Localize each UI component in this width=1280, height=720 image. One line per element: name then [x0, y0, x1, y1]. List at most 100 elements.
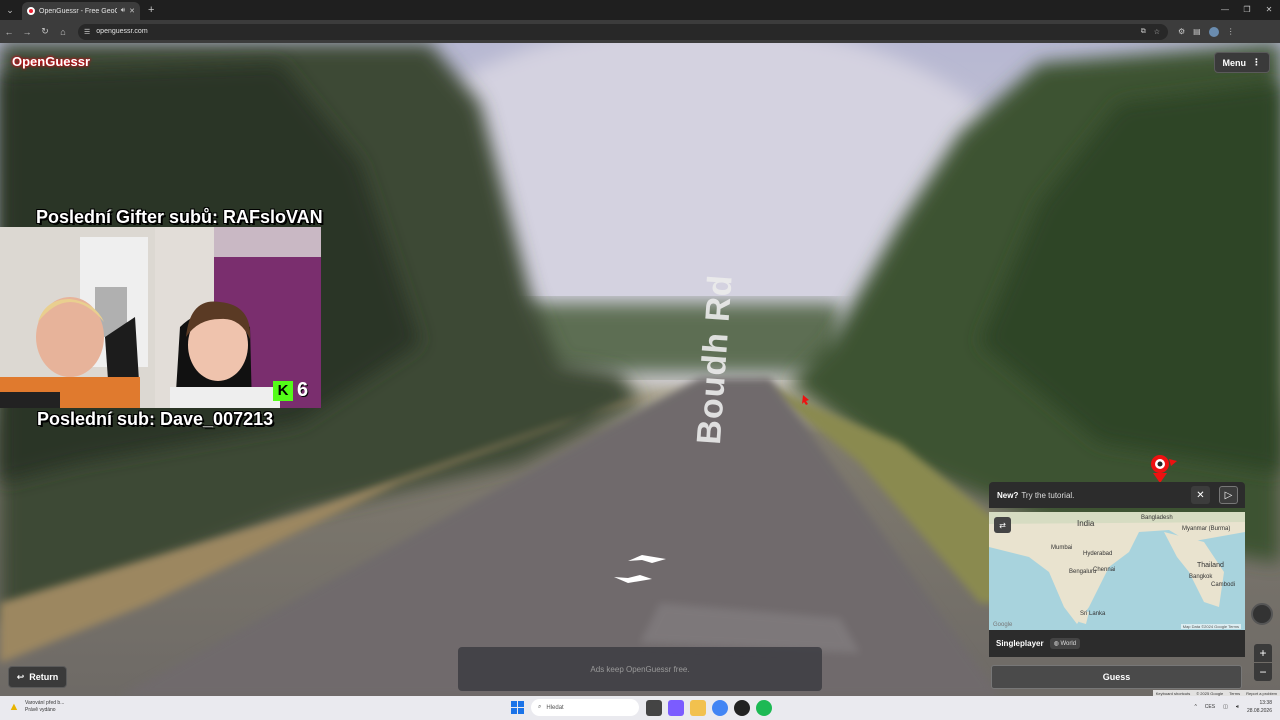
map-label-chennai: Chennai: [1093, 567, 1116, 573]
browser-tabbar: ⌄ OpenGuessr - Free GeoGuessr 🔊︎ ✕ + — ❐…: [0, 0, 1280, 20]
map-swap-button[interactable]: ⇄: [994, 517, 1011, 533]
kick-logo-icon: K: [273, 380, 293, 401]
clock-time: 13:38: [1259, 700, 1272, 706]
kick-sub-counter: K 6: [273, 379, 308, 402]
tutorial-banner: New? Try the tutorial. ✕ ▷: [989, 482, 1245, 508]
taskbar-search[interactable]: ⌕ Hledat: [531, 699, 639, 716]
browser-menu-icon[interactable]: ⋮: [1227, 27, 1235, 37]
maximize-icon[interactable]: ❐: [1236, 0, 1258, 20]
map-label-thailand: Thailand: [1197, 562, 1224, 569]
map-chip-label: World: [1060, 641, 1077, 647]
zoom-in-button[interactable]: +: [1254, 644, 1272, 662]
copyright-text: © 2025 Google: [1196, 690, 1224, 696]
chrome-icon[interactable]: [712, 700, 728, 716]
window-controls: — ❐ ✕: [1214, 0, 1280, 20]
forward-icon[interactable]: →: [18, 27, 36, 37]
task-view-icon[interactable]: [646, 700, 662, 716]
extensions-icon[interactable]: ⚙: [1178, 27, 1185, 37]
plus-icon: +: [1259, 646, 1267, 660]
map-label-myanmar: Myanmar (Burma): [1182, 526, 1231, 532]
map-attribution-text: Map Data ©2024 Google: [1182, 624, 1228, 629]
map-terms-link[interactable]: Terms: [1228, 624, 1239, 629]
network-icon[interactable]: ◫: [1223, 704, 1228, 710]
speaker-icon[interactable]: 🔊︎: [121, 7, 125, 15]
file-explorer-icon[interactable]: [690, 700, 706, 716]
home-icon[interactable]: ⌂: [54, 27, 72, 37]
tray-lang[interactable]: CES: [1205, 704, 1215, 710]
profile-avatar[interactable]: [1208, 26, 1219, 37]
compass-icon[interactable]: [1251, 603, 1273, 625]
start-icon[interactable]: [511, 701, 524, 714]
ad-banner: Ads keep OpenGuessr free.: [458, 647, 822, 691]
map-label-bangladesh: Bangladesh: [1141, 515, 1173, 521]
tutorial-new-label: New?: [997, 490, 1019, 500]
return-label: Return: [29, 672, 59, 682]
volume-icon[interactable]: 🔊︎: [1236, 704, 1239, 710]
warning-subtitle: Právě vydáno: [25, 707, 56, 713]
site-info-icon[interactable]: ☰: [84, 28, 90, 36]
browser-tab[interactable]: OpenGuessr - Free GeoGuessr 🔊︎ ✕: [22, 2, 140, 20]
tab-search-icon[interactable]: ⌄: [0, 0, 20, 20]
warning-title: Varování před b...: [25, 700, 65, 706]
map-label-india: India: [1077, 519, 1095, 528]
minimize-icon[interactable]: —: [1214, 0, 1236, 20]
return-button[interactable]: ↩ Return: [8, 666, 67, 688]
openguessr-favicon-icon: [27, 7, 35, 15]
keyboard-shortcuts-link[interactable]: Keyboard shortcuts: [1156, 691, 1190, 696]
street-view-viewport[interactable]: OpenGuessr Menu ⋮ Poslední Gifter subů: …: [0, 43, 1280, 696]
spotify-icon[interactable]: [756, 700, 772, 716]
windows-taskbar: ▲ Varování před b... Právě vydáno ⌕ Hled…: [0, 696, 1280, 720]
guess-minimap[interactable]: ⇄ India Bangladesh Myanmar (Burma) Mumba…: [989, 512, 1245, 630]
new-tab-icon[interactable]: +: [148, 4, 154, 16]
tray-chevron-icon[interactable]: ^: [1194, 704, 1196, 710]
return-arrow-icon: ↩: [16, 671, 25, 682]
bookmark-star-icon[interactable]: ☆: [1154, 28, 1160, 36]
tab-close-icon[interactable]: ✕: [129, 7, 135, 15]
taskbar-apps: [646, 700, 772, 716]
map-label-mumbai: Mumbai: [1051, 545, 1073, 551]
weather-warning-widget[interactable]: ▲ Varování před b... Právě vydáno: [8, 700, 65, 714]
system-tray: ^ CES ◫ 🔊︎ 13:38 28.08.2026: [1194, 699, 1272, 715]
window-close-icon[interactable]: ✕: [1258, 0, 1280, 20]
swap-icon: ⇄: [999, 520, 1006, 530]
tutorial-play-button[interactable]: ▷: [1219, 486, 1238, 504]
terms-link[interactable]: Terms: [1229, 691, 1240, 696]
clock-date: 28.08.2026: [1246, 708, 1272, 714]
search-placeholder: Hledat: [546, 704, 564, 711]
guess-button[interactable]: Guess: [991, 665, 1242, 689]
more-vertical-icon: ⋮: [1252, 57, 1261, 67]
sidepanel-icon[interactable]: ▤: [1193, 27, 1201, 37]
tutorial-link[interactable]: Try the tutorial.: [1021, 491, 1074, 500]
clock[interactable]: 13:38 28.08.2026: [1247, 699, 1272, 715]
menu-label: Menu: [1222, 57, 1247, 68]
map-google-logo: Google: [993, 622, 1013, 628]
copilot-icon[interactable]: [668, 700, 684, 716]
sub-count: 6: [297, 379, 309, 401]
map-label-srilanka: Sri Lanka: [1080, 611, 1106, 617]
mode-name: Singleplayer: [996, 639, 1044, 648]
openguessr-logo[interactable]: OpenGuessr: [12, 54, 90, 69]
report-problem-link[interactable]: Report a problem: [1246, 691, 1277, 696]
warning-icon: ▲: [8, 701, 20, 713]
map-label-bangkok: Bangkok: [1189, 574, 1213, 580]
stream-last-sub-overlay: Poslední sub: Dave_007213: [37, 409, 274, 429]
zoom-out-button[interactable]: −: [1254, 663, 1272, 681]
stream-gifter-overlay: Poslední Gifter subů: RAFsloVAN: [36, 207, 323, 227]
search-icon: ⌕: [538, 704, 542, 710]
address-bar[interactable]: ☰ openguessr.com ⧉ ☆: [78, 23, 1168, 40]
close-icon: ✕: [1196, 489, 1205, 501]
map-attribution: Map Data ©2024 Google Terms: [1180, 624, 1241, 629]
move-arrows-icon[interactable]: [612, 551, 672, 591]
tutorial-close-button[interactable]: ✕: [1191, 486, 1210, 504]
obs-icon[interactable]: [734, 700, 750, 716]
translate-icon[interactable]: ⧉: [1141, 28, 1146, 36]
globe-icon: ◍: [1053, 641, 1059, 647]
map-chip: ◍ World: [1049, 638, 1081, 649]
minus-icon: −: [1259, 665, 1267, 679]
reload-icon[interactable]: ↻: [36, 26, 54, 37]
back-icon[interactable]: ←: [0, 27, 18, 37]
url-text: openguessr.com: [96, 28, 148, 35]
menu-button[interactable]: Menu ⋮: [1213, 52, 1270, 73]
play-icon: ▷: [1224, 489, 1233, 501]
tab-title: OpenGuessr - Free GeoGuessr: [39, 7, 117, 15]
